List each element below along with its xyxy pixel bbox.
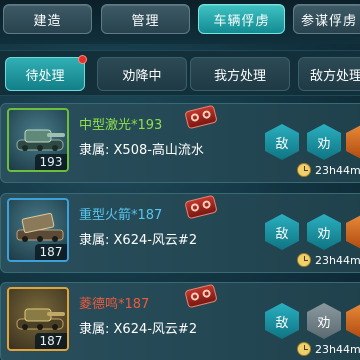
captive-card[interactable]: 187 菱德鸣*187 隶属: X624-风云#2 敌 劝 23h44m: [0, 282, 360, 360]
unit-owner: 隶属: X508-高山流水: [79, 143, 204, 158]
filter-our-handling[interactable]: 我方处理: [190, 57, 290, 91]
captive-screen: 建造 管理 车辆俘虏 参谋俘虏 待处理 劝降中 我方处理 敌方处理 193 中型…: [0, 0, 360, 360]
persuade-button[interactable]: 劝: [307, 214, 341, 250]
clock-icon: [297, 342, 311, 356]
tab-vehicle-captives[interactable]: 车辆俘虏: [198, 4, 285, 34]
unit-level: 193: [35, 154, 67, 170]
filter-pending[interactable]: 待处理: [5, 55, 87, 91]
captive-card[interactable]: 187 重型火箭*187 隶属: X624-风云#2 敌 劝 23h44m: [0, 193, 360, 273]
shackle-icon: [184, 194, 218, 220]
unit-portrait: 187: [7, 287, 69, 351]
captive-list: 193 中型激光*193 隶属: X508-高山流水 敌 劝 23h44m 18…: [0, 97, 360, 360]
shackle-icon: [184, 283, 218, 309]
tank-icon: [16, 129, 65, 151]
action-button[interactable]: [346, 124, 360, 160]
unit-name: 菱德鸣*187: [79, 297, 150, 312]
countdown-text: 23h44m: [315, 163, 360, 177]
tank-icon: [16, 308, 65, 330]
filter-pending-label: 待处理: [25, 68, 65, 84]
clock-icon: [297, 163, 311, 177]
enemy-button[interactable]: 敌: [265, 303, 299, 339]
action-button[interactable]: [346, 214, 360, 250]
unit-name: 中型激光*193: [79, 118, 163, 133]
tab-build[interactable]: 建造: [3, 4, 92, 34]
notification-dot: [78, 55, 87, 64]
countdown: 23h44m: [297, 253, 360, 267]
unit-portrait: 187: [7, 198, 69, 262]
filter-tab-bar: 待处理 劝降中 我方处理 敌方处理: [0, 50, 360, 96]
countdown: 23h44m: [297, 342, 360, 356]
persuade-button[interactable]: 劝: [307, 303, 341, 339]
enemy-button[interactable]: 敌: [265, 124, 299, 160]
unit-level: 187: [35, 333, 67, 349]
clock-icon: [297, 253, 311, 267]
tab-manage[interactable]: 管理: [101, 4, 190, 34]
shackle-icon: [184, 104, 218, 130]
top-tab-bar: 建造 管理 车辆俘虏 参谋俘虏: [0, 0, 360, 44]
unit-name: 重型火箭*187: [79, 208, 163, 223]
filter-persuading[interactable]: 劝降中: [97, 57, 187, 91]
countdown-text: 23h44m: [315, 253, 360, 267]
enemy-button[interactable]: 敌: [265, 214, 299, 250]
unit-level: 187: [35, 244, 67, 260]
filter-enemy-handling[interactable]: 敌方处理: [298, 57, 360, 91]
captive-card[interactable]: 193 中型激光*193 隶属: X508-高山流水 敌 劝 23h44m: [0, 103, 360, 183]
unit-owner: 隶属: X624-风云#2: [79, 233, 198, 248]
unit-portrait: 193: [7, 108, 69, 172]
countdown: 23h44m: [297, 163, 360, 177]
tab-staff-captives[interactable]: 参谋俘虏: [293, 4, 360, 34]
rocket-launcher-icon: [16, 212, 64, 242]
unit-owner: 隶属: X624-风云#2: [79, 322, 198, 337]
persuade-button[interactable]: 劝: [307, 124, 341, 160]
countdown-text: 23h44m: [315, 342, 360, 356]
action-button[interactable]: [346, 303, 360, 339]
